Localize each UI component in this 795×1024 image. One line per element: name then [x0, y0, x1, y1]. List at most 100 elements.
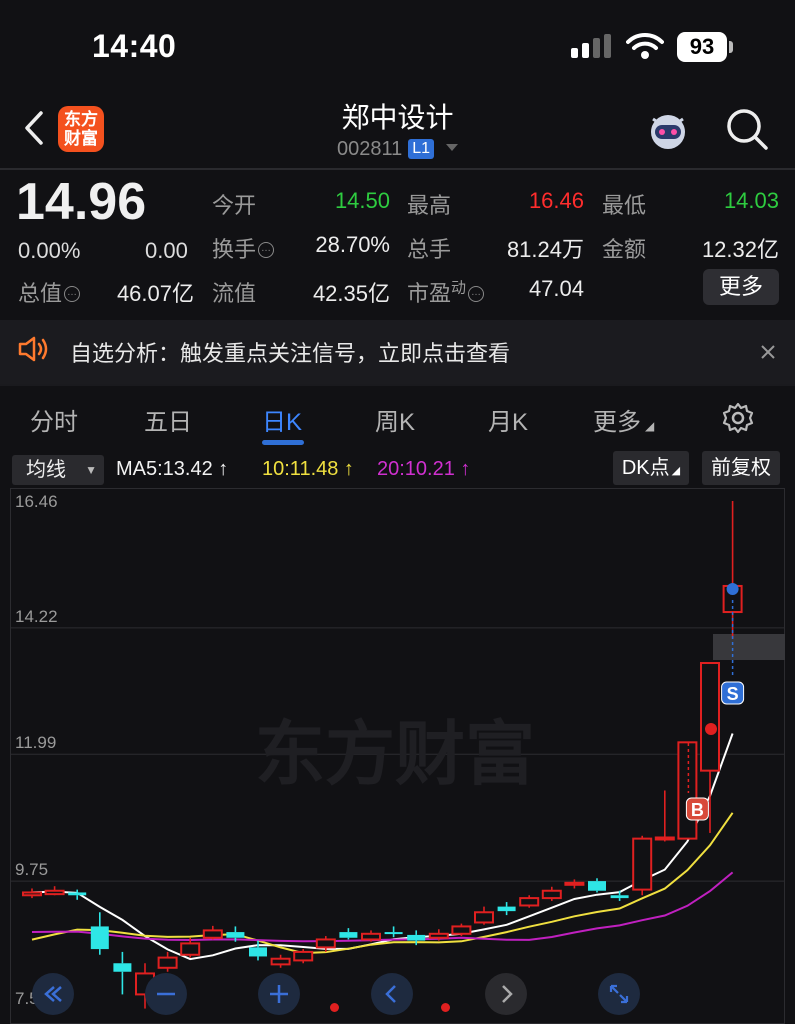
float-label: 流值: [212, 281, 257, 306]
candle[interactable]: [22, 888, 42, 899]
candle[interactable]: [293, 949, 314, 964]
ma20-label: 20:10.21 ↑: [377, 458, 471, 480]
sell-marker[interactable]: S: [721, 681, 745, 705]
high-value: 16.46: [528, 188, 584, 213]
divider: [0, 168, 795, 170]
candle[interactable]: [654, 790, 675, 842]
tab-weekly-k[interactable]: 周K: [375, 402, 415, 437]
tab-fenshi[interactable]: 分时: [30, 402, 78, 437]
last-price: 14.96: [16, 173, 147, 231]
candle[interactable]: [339, 928, 358, 940]
signal-dot: [726, 583, 739, 595]
robot-assistant-icon[interactable]: [645, 107, 691, 153]
indicator-dot: [441, 1003, 450, 1012]
plus-icon: [270, 985, 288, 1003]
tab-daily-k[interactable]: 日K: [262, 402, 302, 437]
next-button[interactable]: [485, 973, 527, 1015]
float-value: 42.35亿: [312, 281, 390, 306]
mktcap-value: 46.07亿: [116, 281, 194, 306]
change-value: 0.00: [145, 238, 188, 263]
amount-value: 12.32亿: [701, 237, 779, 262]
candle[interactable]: [270, 954, 291, 968]
tab-monthly-k[interactable]: 月K: [488, 402, 528, 437]
info-icon[interactable]: …: [468, 286, 485, 302]
tab-more[interactable]: 更多 ◢: [593, 402, 654, 437]
watermark: 东方财富: [255, 715, 535, 793]
amount-label: 金额: [602, 237, 647, 262]
candle[interactable]: [249, 940, 267, 961]
candle[interactable]: [632, 835, 653, 896]
y-tick-label: 16.46: [15, 492, 58, 511]
expand-icon: [609, 984, 629, 1004]
more-button[interactable]: 更多: [703, 269, 779, 305]
svg-text:S: S: [727, 684, 739, 704]
dk-point-button[interactable]: DK点 ◢: [613, 451, 689, 485]
indicator-select[interactable]: 均线 ▼: [12, 455, 104, 485]
dropdown-icon: ▼: [85, 463, 97, 477]
buy-marker[interactable]: B: [685, 797, 709, 821]
close-icon[interactable]: [760, 344, 776, 360]
stock-code: 002811: [336, 138, 403, 160]
tab-wuri[interactable]: 五日: [144, 402, 192, 437]
mktcap-label[interactable]: 总值…: [18, 276, 81, 308]
candle[interactable]: [588, 878, 606, 893]
open-value: 14.50: [334, 188, 390, 213]
candle[interactable]: [451, 923, 472, 937]
low-value: 14.03: [723, 188, 779, 213]
notice-text[interactable]: 自选分析：触发重点关注信号，立即点击查看: [70, 336, 510, 368]
previous-button[interactable]: [371, 973, 413, 1015]
info-icon[interactable]: …: [258, 242, 275, 258]
fullscreen-button[interactable]: [598, 973, 640, 1015]
candle[interactable]: [519, 895, 540, 908]
candle[interactable]: [157, 951, 178, 972]
volume-label: 总手: [407, 237, 452, 262]
battery-nub: [729, 41, 733, 53]
candle[interactable]: [113, 951, 132, 995]
chevron-right-icon: [502, 985, 513, 1003]
price-band: [713, 634, 785, 660]
candle[interactable]: [361, 930, 381, 942]
gear-icon[interactable]: [722, 402, 754, 434]
candle[interactable]: [90, 912, 109, 955]
candle[interactable]: [202, 925, 223, 940]
ma10-line: [31, 812, 734, 955]
pe-label[interactable]: 市盈动…: [407, 276, 485, 308]
double-chevron-left-icon: [44, 986, 62, 1002]
search-icon[interactable]: [724, 106, 770, 152]
candle[interactable]: [384, 926, 403, 938]
high-label: 最高: [407, 193, 452, 218]
candle[interactable]: [677, 741, 698, 840]
info-icon[interactable]: …: [64, 286, 81, 302]
chevron-down-icon: [446, 144, 459, 151]
wifi-icon: [626, 32, 664, 59]
candle[interactable]: [44, 886, 65, 896]
svg-text:B: B: [691, 800, 704, 820]
candle[interactable]: [68, 889, 87, 900]
ma10-label: 10:11.48 ↑: [262, 458, 354, 480]
candle[interactable]: [541, 886, 562, 901]
volume-value: 81.24万: [506, 237, 584, 262]
candle[interactable]: [474, 906, 494, 925]
ma5-label: MA5:13.42 ↑: [116, 458, 229, 480]
open-label: 今开: [212, 193, 257, 218]
signal-icon: [571, 34, 611, 58]
battery-icon: 93: [677, 32, 727, 62]
kline-chart[interactable]: 东方财富 16.4614.2211.999.757.51 BS: [10, 488, 785, 1024]
active-tab-indicator: [262, 440, 304, 445]
indicator-dot: [330, 1003, 339, 1012]
chevron-left-icon: [385, 985, 396, 1003]
y-tick-label: 9.75: [15, 860, 48, 879]
pe-value: 47.04: [528, 276, 584, 301]
zoom-out-button[interactable]: [145, 973, 187, 1015]
zoom-in-button[interactable]: [258, 973, 300, 1015]
y-tick-label: 14.22: [15, 607, 58, 626]
turnover-label[interactable]: 换手…: [212, 232, 275, 264]
minus-icon: [157, 992, 175, 996]
corner-triangle-icon: ◢: [671, 465, 681, 477]
change-percent: 0.00%: [18, 238, 81, 263]
scroll-left-button[interactable]: [32, 973, 74, 1015]
candle[interactable]: [497, 902, 516, 916]
y-tick-label: 11.99: [15, 733, 56, 752]
adjust-button[interactable]: 前复权: [702, 451, 780, 485]
speaker-icon: [18, 336, 48, 362]
